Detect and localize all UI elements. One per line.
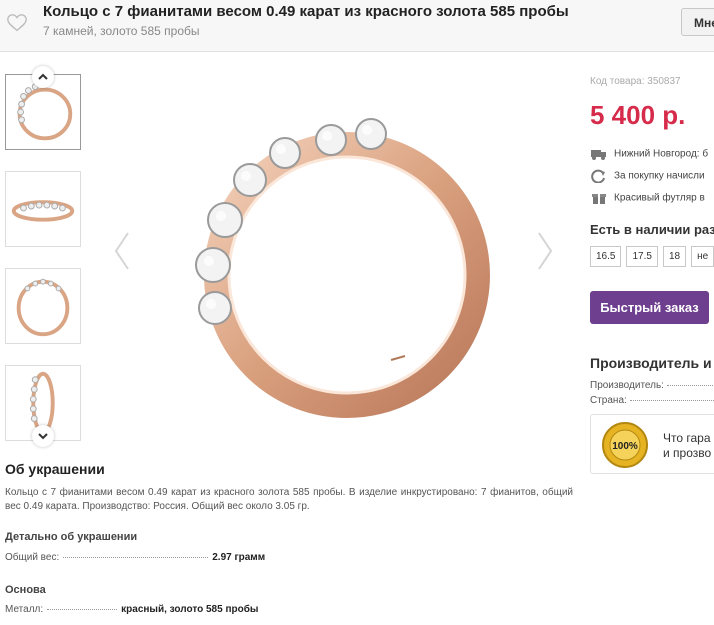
size-option[interactable]: 18 — [662, 246, 687, 267]
about-title: Об украшении — [5, 461, 105, 477]
truck-icon — [591, 150, 606, 160]
refresh-icon — [591, 169, 605, 183]
delivery-text: Нижний Новгород: б — [614, 148, 709, 160]
detail-title: Детально об украшении — [5, 531, 138, 543]
weight-label: Общий вес: — [5, 552, 60, 563]
chevron-right-icon — [538, 232, 553, 270]
seal-text: 100% — [612, 441, 638, 452]
gift-icon — [592, 194, 606, 204]
product-main-image — [195, 118, 490, 418]
chevron-up-icon — [38, 73, 48, 80]
delivery-info: Нижний Новгород: б — [590, 147, 708, 161]
dotted-leader — [629, 400, 714, 401]
header-action-button[interactable]: Мне — [681, 8, 714, 36]
guarantee-card[interactable]: 100% Что гара и прозво — [590, 414, 714, 474]
quick-order-button[interactable]: Быстрый заказ — [590, 291, 709, 324]
guarantee-line-1: Что гара — [663, 431, 711, 445]
size-option[interactable]: 17.5 — [626, 246, 658, 267]
ring-thumbnail-image — [16, 278, 70, 337]
weight-row: Общий вес: 2.97 грамм — [5, 552, 265, 563]
size-selector: 16.5 17.5 18 не — [590, 246, 714, 267]
country-row: Страна: — [590, 395, 714, 406]
size-option[interactable]: 16.5 — [590, 246, 622, 267]
thumbs-up-arrow[interactable] — [32, 66, 54, 88]
dotted-leader — [47, 609, 118, 610]
chevron-down-icon — [38, 433, 48, 440]
metal-row: Металл: красный, золото 585 пробы — [5, 604, 258, 615]
ring-thumbnail-image — [11, 200, 75, 222]
stock-title: Есть в наличии раз — [590, 222, 714, 237]
dotted-leader — [63, 557, 209, 558]
heart-icon[interactable] — [6, 12, 28, 34]
guarantee-line-2: и прозво — [663, 446, 712, 460]
size-option[interactable]: не — [691, 246, 714, 267]
metal-value: красный, золото 585 пробы — [121, 604, 259, 615]
thumbnail-3[interactable] — [5, 268, 81, 344]
guarantee-seal-icon: 100% — [602, 422, 648, 468]
product-sku: Код товара: 350837 — [590, 76, 681, 87]
gift-text: Красивый футляр в — [614, 192, 705, 204]
product-subtitle: 7 камней, золото 585 пробы — [43, 24, 200, 38]
manufacturer-row: Производитель: — [590, 380, 714, 391]
weight-value: 2.97 грамм — [212, 552, 266, 563]
guarantee-text: Что гара и прозво — [663, 431, 711, 461]
manufacturer-label: Производитель: — [590, 380, 664, 391]
dotted-leader — [666, 385, 714, 386]
thumbs-down-arrow[interactable] — [32, 425, 54, 447]
bonus-text: За покупку начисли — [614, 170, 705, 182]
gallery-next-button[interactable] — [533, 229, 557, 273]
base-title: Основа — [5, 584, 46, 596]
gift-info: Красивый футляр в — [590, 191, 705, 205]
manufacturer-title: Производитель и — [590, 355, 712, 371]
product-header: Кольцо с 7 фианитами весом 0.49 карат из… — [0, 0, 714, 52]
metal-label: Металл: — [5, 604, 44, 615]
about-description: Кольцо с 7 фианитами весом 0.49 карат из… — [5, 487, 573, 512]
product-title: Кольцо с 7 фианитами весом 0.49 карат из… — [43, 3, 569, 20]
thumbnail-2[interactable] — [5, 171, 81, 247]
product-price: 5 400 р. — [590, 100, 686, 130]
bonus-info: За покупку начисли — [590, 169, 705, 183]
country-label: Страна: — [590, 395, 627, 406]
